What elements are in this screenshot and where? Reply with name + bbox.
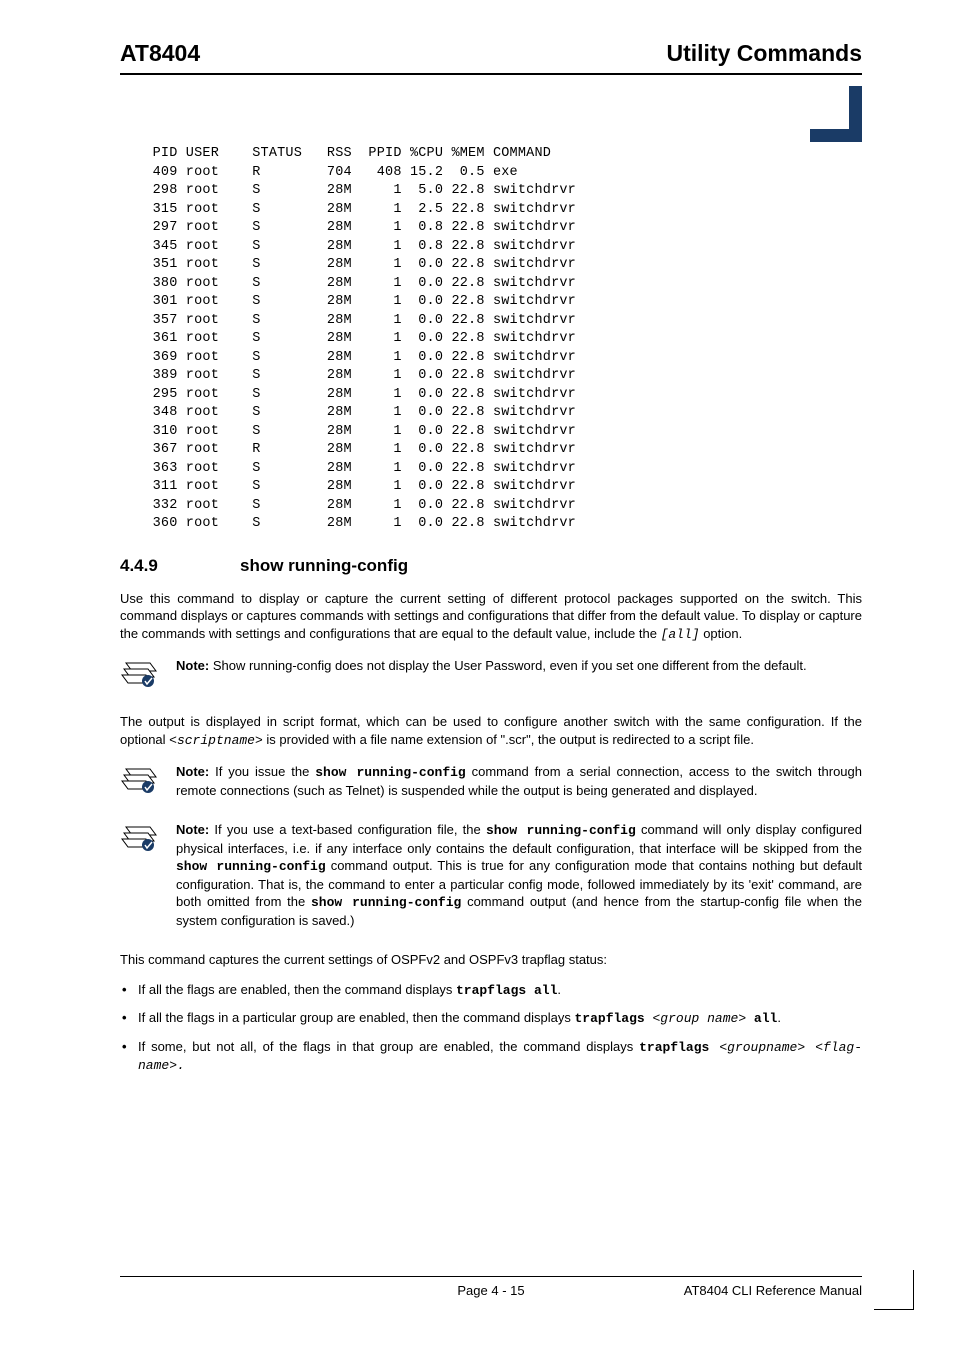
footer-page: Page 4 - 15 xyxy=(367,1283,614,1298)
text: If you use a text-based configuration fi… xyxy=(209,822,486,837)
text: If all the flags are enabled, then the c… xyxy=(138,982,456,997)
text: is provided with a file name extension o… xyxy=(263,732,754,747)
note-label: Note: xyxy=(176,658,209,673)
note-block-2: Note: If you issue the show running-conf… xyxy=(120,763,862,799)
section-number: 4.4.9 xyxy=(120,556,240,576)
header-product: AT8404 xyxy=(120,40,200,67)
trapflag-list: If all the flags are enabled, then the c… xyxy=(120,981,862,1075)
note-icon xyxy=(120,765,162,797)
list-item: If some, but not all, of the flags in th… xyxy=(120,1038,862,1075)
note-block-3: Note: If you use a text-based configurat… xyxy=(120,821,862,929)
code: show running-config xyxy=(486,823,636,838)
code: show running-config xyxy=(176,859,326,874)
text: If some, but not all, of the flags in th… xyxy=(138,1039,639,1054)
text: If you issue the xyxy=(209,764,315,779)
code: trapflags xyxy=(639,1040,719,1055)
trapflag-intro: This command captures the current settin… xyxy=(120,951,862,969)
corner-decoration xyxy=(810,86,862,142)
text: Show running-config does not display the… xyxy=(209,658,806,673)
text: . xyxy=(557,982,561,997)
note-icon xyxy=(120,659,162,691)
text: If all the flags in a particular group a… xyxy=(138,1010,574,1025)
code: all xyxy=(746,1011,777,1026)
note-text-2: Note: If you issue the show running-conf… xyxy=(176,763,862,799)
note-block-1: Note: Show running-config does not displ… xyxy=(120,657,862,691)
list-item: If all the flags in a particular group a… xyxy=(120,1009,862,1028)
page-header: AT8404 Utility Commands xyxy=(120,40,862,75)
note-text-1: Note: Show running-config does not displ… xyxy=(176,657,862,675)
header-section: Utility Commands xyxy=(666,40,862,67)
note-label: Note: xyxy=(176,822,209,837)
intro-paragraph: Use this command to display or capture t… xyxy=(120,590,862,644)
crop-mark xyxy=(874,1270,914,1310)
code-arg: <group name> xyxy=(653,1011,747,1026)
script-paragraph: The output is displayed in script format… xyxy=(120,713,862,749)
page-footer: Page 4 - 15 AT8404 CLI Reference Manual xyxy=(120,1276,862,1298)
list-item: If all the flags are enabled, then the c… xyxy=(120,981,862,1000)
section-heading: 4.4.9 show running-config xyxy=(120,556,862,576)
code-arg: [all] xyxy=(661,627,700,642)
section-title: show running-config xyxy=(240,556,408,576)
text: Use this command to display or capture t… xyxy=(120,591,862,641)
code-arg: <scriptname> xyxy=(169,733,263,748)
note-icon xyxy=(120,823,162,855)
code: show running-config xyxy=(315,765,466,780)
code: show running-config xyxy=(311,895,461,910)
note-text-3: Note: If you use a text-based configurat… xyxy=(176,821,862,929)
code: trapflags all xyxy=(456,983,557,998)
code: trapflags xyxy=(574,1011,652,1026)
note-label: Note: xyxy=(176,764,209,779)
text: option. xyxy=(700,626,743,641)
text: . xyxy=(777,1010,781,1025)
footer-manual: AT8404 CLI Reference Manual xyxy=(615,1283,862,1298)
process-table: PID USER STATUS RSS PPID %CPU %MEM COMMA… xyxy=(136,145,862,534)
